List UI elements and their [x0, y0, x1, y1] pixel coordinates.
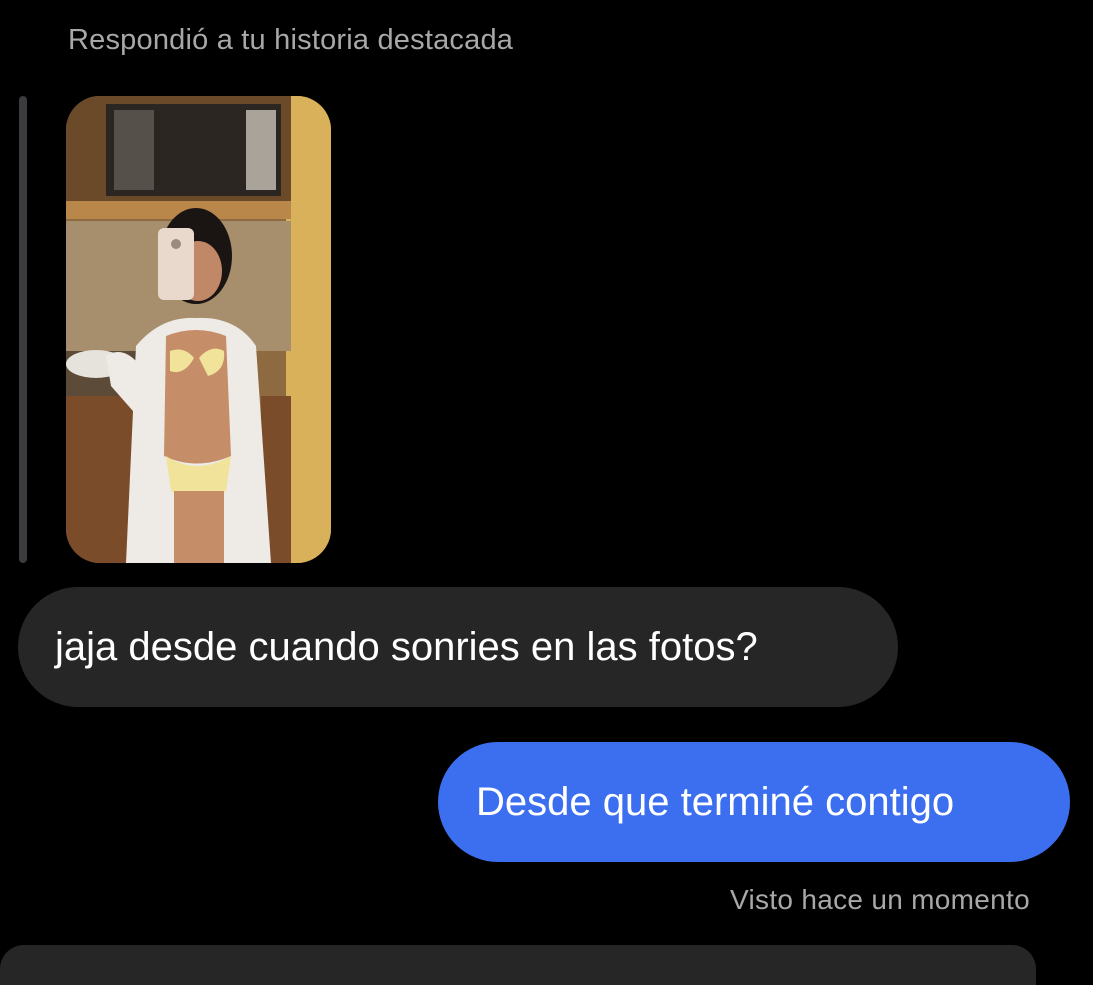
message-composer-edge[interactable] [0, 945, 1036, 985]
incoming-message-bubble[interactable]: jaja desde cuando sonries en las fotos? [18, 587, 898, 707]
incoming-message-text: jaja desde cuando sonries en las fotos? [55, 624, 758, 669]
outgoing-message-bubble[interactable]: Desde que terminé contigo [438, 742, 1070, 862]
story-photo [66, 96, 331, 563]
story-thumbnail[interactable] [66, 96, 331, 563]
seen-status: Visto hace un momento [730, 884, 1030, 915]
story-reply-bar [19, 96, 27, 563]
reply-context-label: Respondió a tu historia destacada [68, 24, 514, 56]
outgoing-message-text: Desde que terminé contigo [476, 779, 955, 824]
